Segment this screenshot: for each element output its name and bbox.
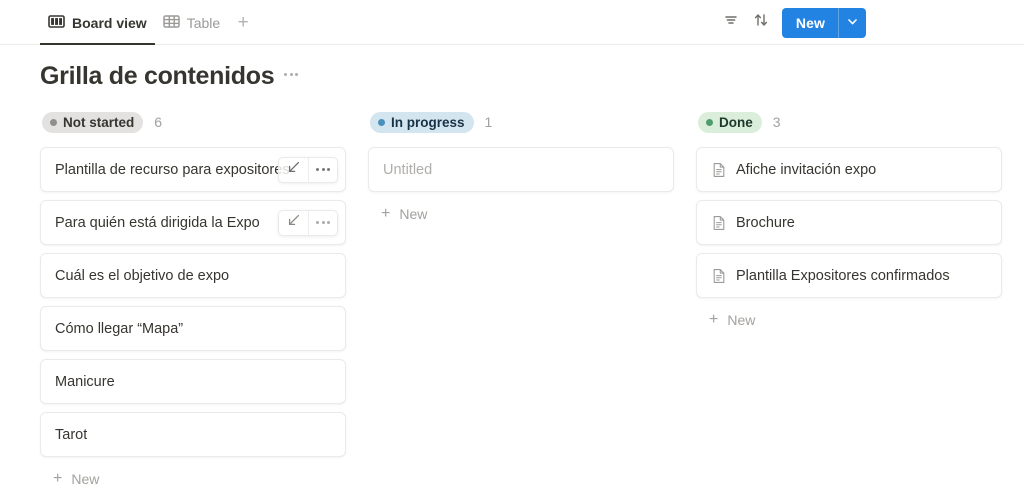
board-card[interactable]: Plantilla Expositores confirmados [696,253,1002,298]
filter-button[interactable] [716,9,746,37]
column-header[interactable]: Done 3 [696,111,1002,133]
card-title: Cuál es el objetivo de expo [55,267,230,284]
more-options-icon [316,221,330,224]
card-list: Afiche invitación expo Brochure Plantill… [696,147,1002,298]
page-document-icon [711,215,727,231]
status-dot-icon [706,118,713,126]
open-diagonal-icon [287,213,301,232]
board-column-not-started: Not started 6 Plantilla de recurso para … [40,111,346,495]
board-card[interactable]: Afiche invitación expo [696,147,1002,192]
open-diagonal-icon [287,160,301,179]
table-view-icon [162,14,180,32]
plus-icon: + [237,12,249,33]
page-document-icon [711,268,727,284]
new-button[interactable]: New [782,8,838,38]
tab-table-label: Table [186,14,221,31]
view-tabs: Board view Table + [0,0,254,45]
column-count: 6 [154,114,163,130]
card-title: Afiche invitación expo [736,161,877,178]
card-title: Untitled [383,161,433,178]
card-title: Para quién está dirigida la Expo [55,214,260,231]
page-title-menu-button[interactable] [284,72,299,81]
more-options-icon [284,72,288,76]
board-card[interactable]: Para quién está dirigida la Expo [40,200,346,245]
page-title: Grilla de contenidos [40,62,275,90]
add-card-label: New [727,312,756,328]
board-view-icon [48,14,65,32]
board-card[interactable]: Manicure [40,359,346,404]
new-button-group[interactable]: New [781,8,866,38]
view-tab-bar: Board view Table + New [0,0,1024,45]
status-label: In progress [391,114,465,130]
card-open-button[interactable] [279,158,308,182]
status-label: Not started [63,114,135,130]
board-card[interactable]: Brochure [696,200,1002,245]
status-dot-icon [378,118,385,126]
plus-icon: + [53,469,63,487]
card-hover-actions [278,156,338,183]
board-header: Grilla de contenidos [0,45,1024,91]
card-open-button[interactable] [279,211,308,235]
status-badge[interactable]: In progress [370,111,474,133]
board-column-in-progress: In progress 1 Untitled + New [368,111,674,230]
page-document-icon [711,162,727,178]
kanban-board: Not started 6 Plantilla de recurso para … [0,91,1024,495]
tab-table[interactable]: Table [155,0,228,45]
more-options-icon [316,168,330,171]
card-title: Plantilla de recurso para expositores [55,161,290,178]
sort-button[interactable] [746,9,776,37]
card-title: Tarot [55,426,88,443]
card-title: Cómo llegar “Mapa” [55,320,184,337]
column-header[interactable]: Not started 6 [40,111,346,133]
card-list: Plantilla de recurso para expositores Pa… [40,147,346,457]
board-card[interactable]: Cuál es el objetivo de expo [40,253,346,298]
add-card-button[interactable]: + New [40,463,346,495]
card-list: Untitled [368,147,674,192]
card-more-button[interactable] [308,157,337,182]
add-view-button[interactable]: + [228,0,254,45]
card-more-button[interactable] [308,210,337,235]
board-card[interactable]: Plantilla de recurso para expositores [40,147,346,192]
status-label: Done [719,114,753,130]
sort-icon [753,12,769,33]
tab-board-view[interactable]: Board view [40,0,155,45]
card-title: Brochure [736,214,795,231]
add-card-label: New [399,206,428,222]
board-card[interactable]: Untitled [368,147,674,192]
plus-icon: + [381,204,391,222]
status-badge[interactable]: Done [698,111,762,133]
card-hover-actions [278,209,338,236]
board-card[interactable]: Tarot [40,412,346,457]
add-card-button[interactable]: + New [368,198,674,230]
plus-icon: + [709,310,719,328]
column-count: 1 [484,114,493,130]
board-toolbar [716,0,1024,45]
card-title: Plantilla Expositores confirmados [736,267,950,284]
tab-board-view-label: Board view [72,14,147,31]
add-card-button[interactable]: + New [696,304,1002,336]
status-badge[interactable]: Not started [42,111,144,133]
add-card-label: New [71,471,100,487]
status-dot-icon [50,118,57,126]
card-title: Manicure [55,373,115,390]
new-button-dropdown[interactable] [838,8,866,38]
filter-icon [723,12,739,33]
chevron-down-icon [847,14,858,32]
column-count: 3 [772,114,781,130]
column-header[interactable]: In progress 1 [368,111,674,133]
board-card[interactable]: Cómo llegar “Mapa” [40,306,346,351]
board-column-done: Done 3 Afiche invitación expo Brochure P… [696,111,1002,336]
